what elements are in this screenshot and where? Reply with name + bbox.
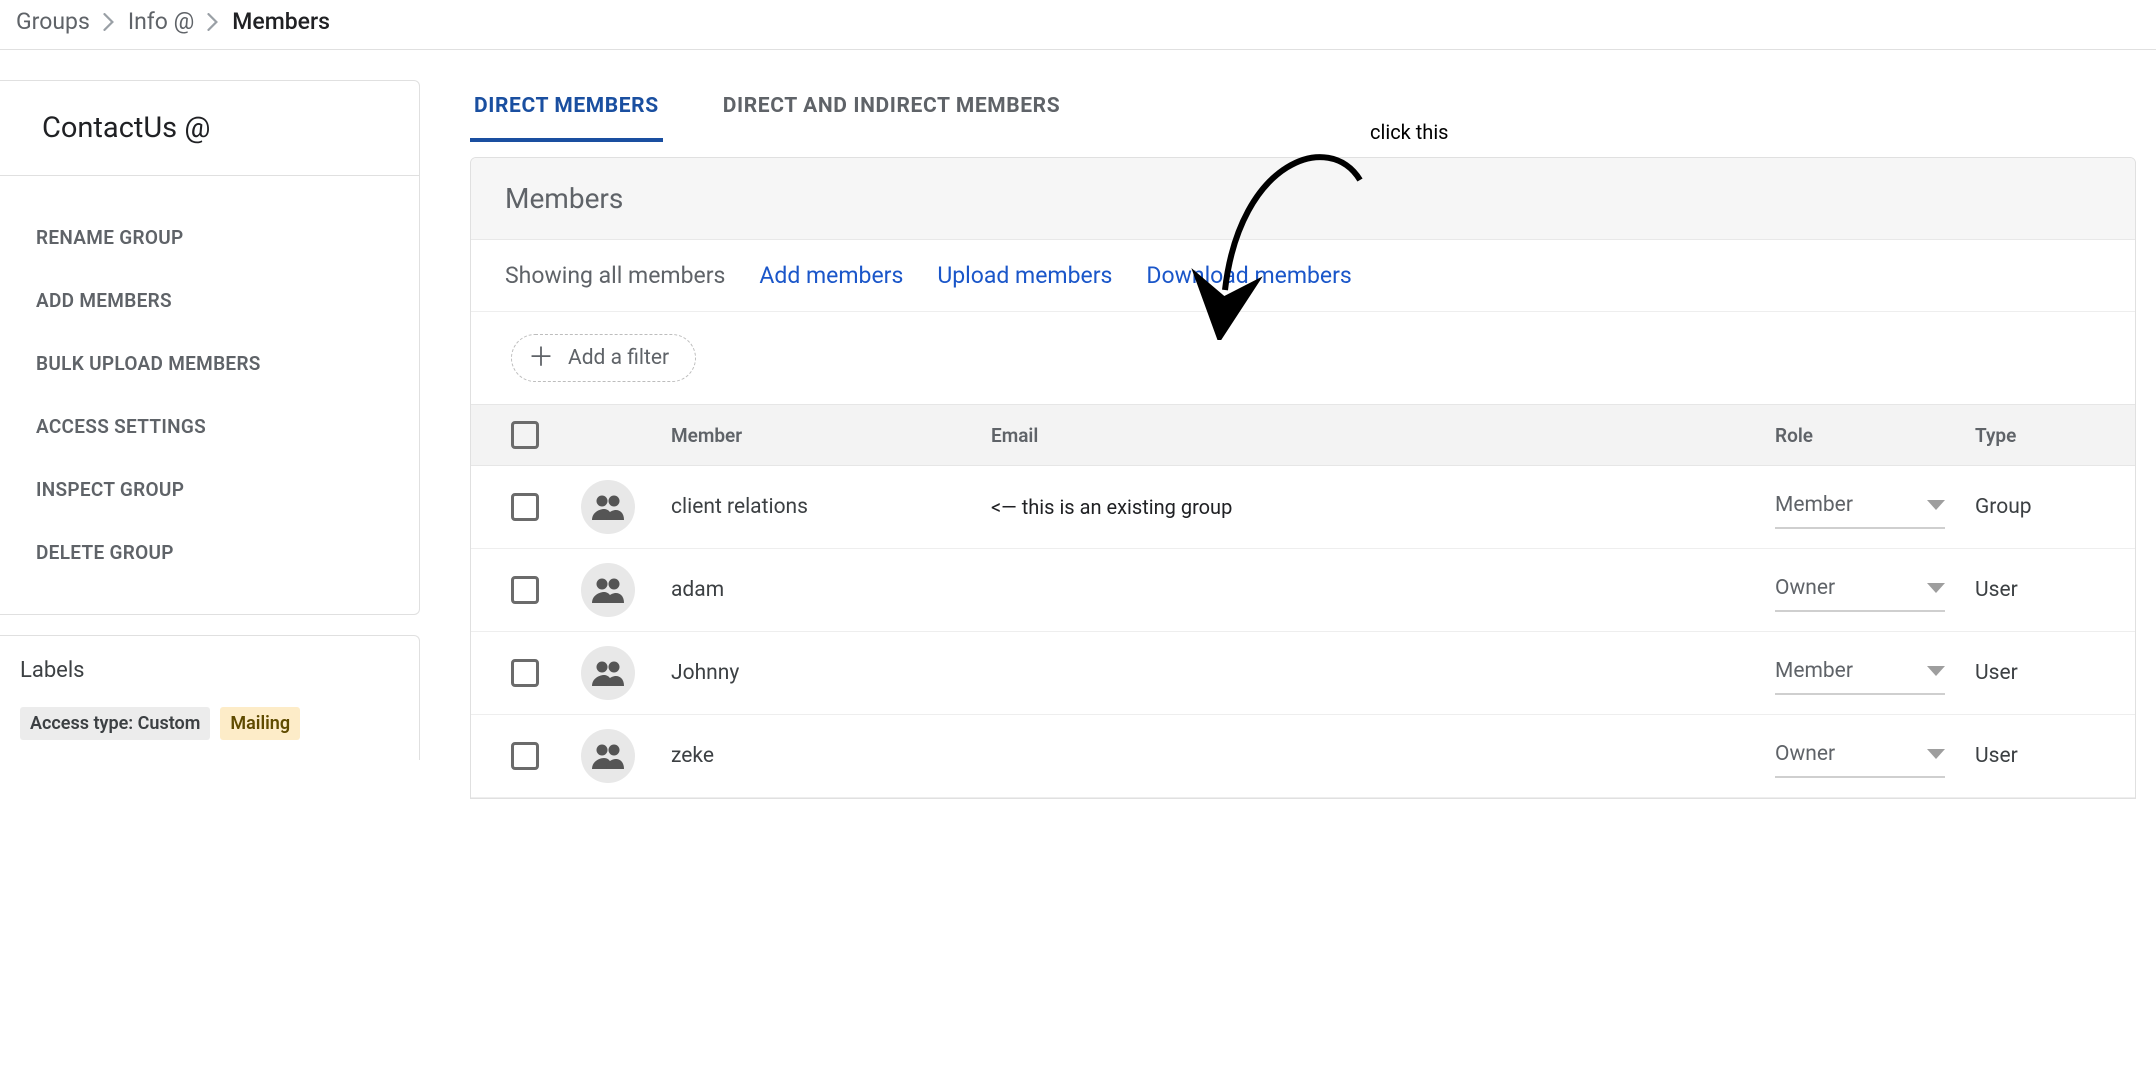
labels-title: Labels [20, 658, 399, 683]
table-row[interactable]: Johnny Member User [471, 632, 2135, 715]
sidebar-action-inspect-group[interactable]: INSPECT GROUP [30, 458, 409, 521]
sidebar-action-add-members[interactable]: ADD MEMBERS [30, 269, 409, 332]
tab-direct-members[interactable]: DIRECT MEMBERS [470, 80, 663, 142]
role-select[interactable]: Owner [1775, 568, 1945, 612]
chevron-right-icon [102, 13, 116, 31]
type-cell: User [1975, 578, 2095, 602]
chevron-right-icon [206, 13, 220, 31]
label-mailing[interactable]: Mailing [220, 707, 300, 740]
filter-label: Add a filter [568, 346, 669, 370]
table-row[interactable]: client relations<— this is an existing g… [471, 466, 2135, 549]
sidebar-action-access-settings[interactable]: ACCESS SETTINGS [30, 395, 409, 458]
sidebar-action-bulk-upload[interactable]: BULK UPLOAD MEMBERS [30, 332, 409, 395]
sidebar: ContactUs @ RENAME GROUP ADD MEMBERS BUL… [0, 50, 420, 760]
type-cell: User [1975, 744, 2095, 768]
breadcrumb-root[interactable]: Groups [16, 8, 90, 35]
sidebar-card: ContactUs @ RENAME GROUP ADD MEMBERS BUL… [0, 80, 420, 615]
col-role[interactable]: Role [1775, 424, 1975, 447]
panel-title: Members [471, 158, 2135, 240]
download-members-link[interactable]: Download members [1146, 262, 1351, 289]
sidebar-action-delete-group[interactable]: DELETE GROUP [30, 521, 409, 584]
email-cell: <— this is an existing group [991, 495, 1775, 519]
sidebar-action-rename-group[interactable]: RENAME GROUP [30, 206, 409, 269]
showing-text: Showing all members [505, 262, 725, 289]
labels-card: Labels Access type: Custom Mailing [0, 635, 420, 760]
group-avatar-icon [581, 480, 635, 534]
role-value: Member [1775, 659, 1853, 683]
plus-icon: ＋ [528, 345, 554, 371]
label-access-type[interactable]: Access type: Custom [20, 707, 210, 740]
group-avatar-icon [581, 729, 635, 783]
select-all-checkbox[interactable] [511, 421, 539, 449]
table-row[interactable]: adam Owner User [471, 549, 2135, 632]
group-avatar-icon [581, 646, 635, 700]
col-member[interactable]: Member [671, 424, 991, 447]
member-name: Johnny [671, 661, 991, 685]
caret-down-icon [1927, 500, 1945, 510]
caret-down-icon [1927, 666, 1945, 676]
role-select[interactable]: Member [1775, 485, 1945, 529]
col-email[interactable]: Email [991, 424, 1775, 447]
row-checkbox[interactable] [511, 742, 539, 770]
col-type[interactable]: Type [1975, 424, 2095, 447]
member-name: client relations [671, 495, 991, 519]
breadcrumb-mid[interactable]: Info @ [128, 8, 194, 35]
breadcrumb: Groups Info @ Members [0, 0, 2156, 50]
members-panel: Members Showing all members Add members … [470, 157, 2136, 799]
panel-toolbar: Showing all members Add members Upload m… [471, 240, 2135, 312]
breadcrumb-current: Members [232, 8, 330, 35]
row-checkbox[interactable] [511, 493, 539, 521]
group-title: ContactUs @ [0, 81, 419, 176]
tab-direct-indirect-members[interactable]: DIRECT AND INDIRECT MEMBERS [719, 80, 1065, 142]
role-select[interactable]: Member [1775, 651, 1945, 695]
add-filter-chip[interactable]: ＋ Add a filter [511, 334, 696, 382]
upload-members-link[interactable]: Upload members [937, 262, 1112, 289]
caret-down-icon [1927, 583, 1945, 593]
table-header: Member Email Role Type [471, 404, 2135, 466]
role-value: Owner [1775, 576, 1835, 600]
table-row[interactable]: zeke Owner User [471, 715, 2135, 798]
group-avatar-icon [581, 563, 635, 617]
add-members-link[interactable]: Add members [759, 262, 903, 289]
role-value: Owner [1775, 742, 1835, 766]
role-value: Member [1775, 493, 1853, 517]
member-name: adam [671, 578, 991, 602]
tabs: DIRECT MEMBERS DIRECT AND INDIRECT MEMBE… [470, 80, 2136, 143]
main: click this DIRECT MEMBERS DIRECT AND IND… [420, 50, 2156, 799]
role-select[interactable]: Owner [1775, 734, 1945, 778]
caret-down-icon [1927, 749, 1945, 759]
member-name: zeke [671, 744, 991, 768]
type-cell: Group [1975, 495, 2095, 519]
row-checkbox[interactable] [511, 659, 539, 687]
row-checkbox[interactable] [511, 576, 539, 604]
type-cell: User [1975, 661, 2095, 685]
